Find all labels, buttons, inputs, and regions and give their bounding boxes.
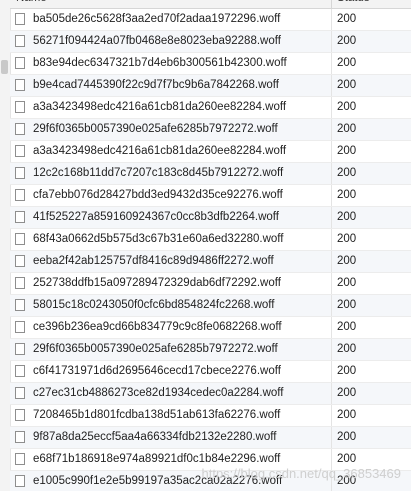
request-name[interactable]: 41f525227a859160924367c0cc8b3dfb2264.wof… bbox=[33, 207, 279, 228]
row-checkbox[interactable] bbox=[15, 321, 25, 333]
request-name[interactable]: 29f6f0365b0057390e025afe6285b7972272.wof… bbox=[33, 339, 278, 360]
table-row[interactable]: c27ec31cb4886273ce82d1934cedec0a2284.wof… bbox=[10, 383, 411, 405]
table-row[interactable]: 68f43a0662d5b575d3c67b31e60a6ed32280.wof… bbox=[10, 229, 411, 251]
table-row[interactable]: 9f87a8da25eccf5aa4a66334fdb2132e2280.wof… bbox=[10, 427, 411, 449]
request-status: 200 bbox=[331, 361, 411, 382]
request-name[interactable]: 9f87a8da25eccf5aa4a66334fdb2132e2280.wof… bbox=[33, 427, 276, 448]
watermark: https://blog.csdn.net/qq_36853469 bbox=[201, 466, 402, 481]
request-status: 200 bbox=[331, 53, 411, 74]
row-checkbox[interactable] bbox=[15, 57, 25, 69]
request-status: 200 bbox=[331, 339, 411, 360]
table-row[interactable]: 41f525227a859160924367c0cc8b3dfb2264.wof… bbox=[10, 207, 411, 229]
row-checkbox[interactable] bbox=[15, 431, 25, 443]
row-checkbox[interactable] bbox=[15, 475, 25, 487]
row-checkbox[interactable] bbox=[15, 13, 25, 25]
column-header-name[interactable]: Name bbox=[16, 0, 47, 8]
request-name[interactable]: a3a3423498edc4216a61cb81da260ee82284.wof… bbox=[33, 97, 286, 118]
table-row[interactable]: 58015c18c0243050f0cfc6bd854824fc2268.wof… bbox=[10, 295, 411, 317]
request-name[interactable]: 7208465b1d801fcdba138d51ab613fa62276.wof… bbox=[33, 405, 280, 426]
scrollbar-thumb[interactable] bbox=[1, 60, 8, 74]
row-checkbox[interactable] bbox=[15, 101, 25, 113]
table-row[interactable]: c6f41731971d6d2695646cecd17cbece2276.wof… bbox=[10, 361, 411, 383]
request-status: 200 bbox=[331, 119, 411, 140]
request-name[interactable]: 56271f094424a07fb0468e8e8023eba92288.wof… bbox=[33, 31, 281, 52]
request-status: 200 bbox=[331, 427, 411, 448]
request-name[interactable]: 68f43a0662d5b575d3c67b31e60a6ed32280.wof… bbox=[33, 229, 283, 250]
row-checkbox[interactable] bbox=[15, 167, 25, 179]
table-row[interactable]: cfa7ebb076d28427bdd3ed9432d35ce92276.wof… bbox=[10, 185, 411, 207]
row-checkbox[interactable] bbox=[15, 277, 25, 289]
row-checkbox[interactable] bbox=[15, 189, 25, 201]
request-status: 200 bbox=[331, 383, 411, 404]
table-row[interactable]: 56271f094424a07fb0468e8e8023eba92288.wof… bbox=[10, 31, 411, 53]
request-status: 200 bbox=[331, 295, 411, 316]
table-row[interactable]: a3a3423498edc4216a61cb81da260ee82284.wof… bbox=[10, 97, 411, 119]
request-name[interactable]: b9e4cad7445390f22c9d7f7bc9b6a7842268.wof… bbox=[33, 75, 279, 96]
row-checkbox[interactable] bbox=[15, 365, 25, 377]
column-header-status[interactable]: Status bbox=[331, 0, 411, 8]
network-request-panel: Name Status ba505de26c5628f3aa2ed70f2ada… bbox=[0, 0, 411, 491]
request-name[interactable]: 58015c18c0243050f0cfc6bd854824fc2268.wof… bbox=[33, 295, 275, 316]
request-status: 200 bbox=[331, 141, 411, 162]
request-status: 200 bbox=[331, 185, 411, 206]
row-checkbox[interactable] bbox=[15, 233, 25, 245]
row-checkbox[interactable] bbox=[15, 211, 25, 223]
request-status: 200 bbox=[331, 273, 411, 294]
row-checkbox[interactable] bbox=[15, 79, 25, 91]
row-checkbox[interactable] bbox=[15, 453, 25, 465]
row-checkbox[interactable] bbox=[15, 409, 25, 421]
request-status: 200 bbox=[331, 229, 411, 250]
request-name[interactable]: cfa7ebb076d28427bdd3ed9432d35ce92276.wof… bbox=[33, 185, 283, 206]
request-list: ba505de26c5628f3aa2ed70f2adaa1972296.wof… bbox=[10, 9, 411, 491]
request-status: 200 bbox=[331, 97, 411, 118]
table-row[interactable]: 252738ddfb15a097289472329dab6df72292.wof… bbox=[10, 273, 411, 295]
request-status: 200 bbox=[331, 75, 411, 96]
request-status: 200 bbox=[331, 9, 411, 30]
request-status: 200 bbox=[331, 31, 411, 52]
table-header: Name Status bbox=[10, 0, 411, 9]
request-status: 200 bbox=[331, 405, 411, 426]
request-name[interactable]: ce396b236ea9cd66b834779c9c8fe0682268.wof… bbox=[33, 317, 282, 338]
table-row[interactable]: 29f6f0365b0057390e025afe6285b7972272.wof… bbox=[10, 339, 411, 361]
table-row[interactable]: 12c2c168b11dd7c7207c183c8d45b7912272.wof… bbox=[10, 163, 411, 185]
table-row[interactable]: b9e4cad7445390f22c9d7f7bc9b6a7842268.wof… bbox=[10, 75, 411, 97]
request-status: 200 bbox=[331, 163, 411, 184]
request-name[interactable]: 29f6f0365b0057390e025afe6285b7972272.wof… bbox=[33, 119, 278, 140]
request-name[interactable]: a3a3423498edc4216a61cb81da260ee82284.wof… bbox=[33, 141, 286, 162]
request-name[interactable]: c6f41731971d6d2695646cecd17cbece2276.wof… bbox=[33, 361, 281, 382]
request-name[interactable]: ba505de26c5628f3aa2ed70f2adaa1972296.wof… bbox=[33, 9, 280, 30]
row-checkbox[interactable] bbox=[15, 35, 25, 47]
request-name[interactable]: eeba2f42ab125757df8416c89d9486ff2272.wof… bbox=[33, 251, 274, 272]
table-row[interactable]: eeba2f42ab125757df8416c89d9486ff2272.wof… bbox=[10, 251, 411, 273]
table-row[interactable]: ce396b236ea9cd66b834779c9c8fe0682268.wof… bbox=[10, 317, 411, 339]
table-row[interactable]: b83e94dec6347321b7d4eb6b300561b42300.wof… bbox=[10, 53, 411, 75]
table-row[interactable]: ba505de26c5628f3aa2ed70f2adaa1972296.wof… bbox=[10, 9, 411, 31]
request-status: 200 bbox=[331, 207, 411, 228]
request-name[interactable]: 252738ddfb15a097289472329dab6df72292.wof… bbox=[33, 273, 281, 294]
row-checkbox[interactable] bbox=[15, 299, 25, 311]
row-checkbox[interactable] bbox=[15, 387, 25, 399]
request-status: 200 bbox=[331, 251, 411, 272]
table-row[interactable]: 7208465b1d801fcdba138d51ab613fa62276.wof… bbox=[10, 405, 411, 427]
table-row[interactable]: 29f6f0365b0057390e025afe6285b7972272.wof… bbox=[10, 119, 411, 141]
request-name[interactable]: 12c2c168b11dd7c7207c183c8d45b7912272.wof… bbox=[33, 163, 283, 184]
request-name[interactable]: b83e94dec6347321b7d4eb6b300561b42300.wof… bbox=[33, 53, 287, 74]
table-row[interactable]: a3a3423498edc4216a61cb81da260ee82284.wof… bbox=[10, 141, 411, 163]
row-checkbox[interactable] bbox=[15, 145, 25, 157]
request-name[interactable]: c27ec31cb4886273ce82d1934cedec0a2284.wof… bbox=[33, 383, 283, 404]
row-checkbox[interactable] bbox=[15, 123, 25, 135]
request-status: 200 bbox=[331, 317, 411, 338]
row-checkbox[interactable] bbox=[15, 343, 25, 355]
row-checkbox[interactable] bbox=[15, 255, 25, 267]
